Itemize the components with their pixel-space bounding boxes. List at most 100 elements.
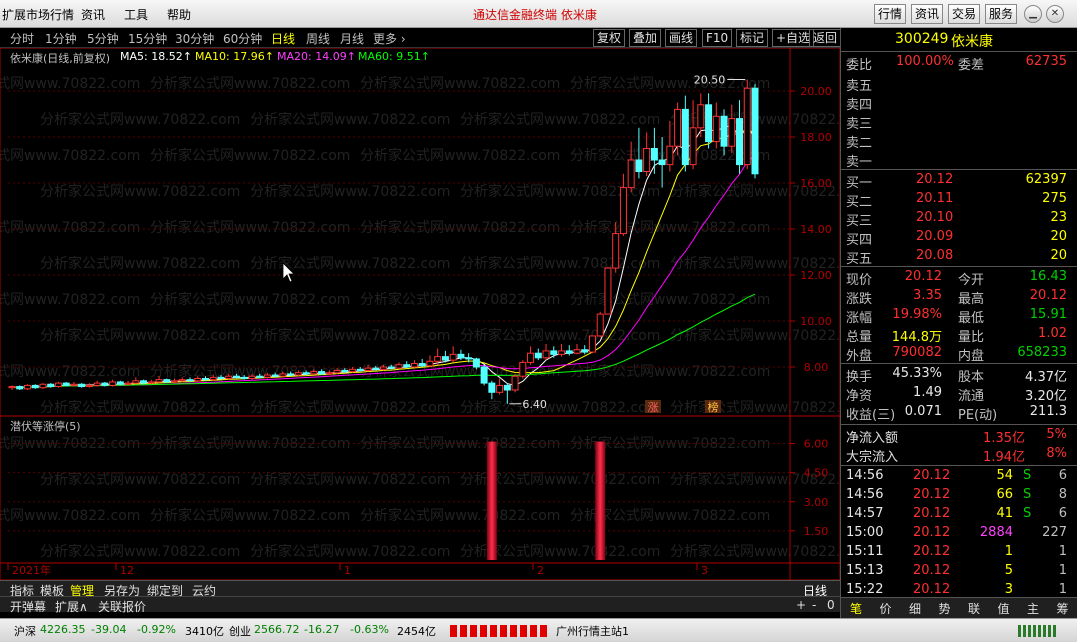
buy-row: 买三 20.10 23 xyxy=(841,210,1067,229)
watermark-text: 分析家公式网www.70822.com xyxy=(360,219,560,236)
indicator-title: 潜伏等涨停(5) xyxy=(10,420,81,433)
candle-body xyxy=(364,367,372,371)
linked-quote-button[interactable]: 关联报价 xyxy=(98,598,146,615)
danmaku-button[interactable]: 开弹幕 xyxy=(10,598,46,615)
cy-index: 2566.72 xyxy=(254,623,300,636)
buy-label: 买五 xyxy=(846,252,873,267)
ma5-legend: MA5: 18.52↑ xyxy=(120,50,192,63)
candle-body xyxy=(387,366,395,369)
candle-body xyxy=(256,375,264,378)
quote-label: 总量 xyxy=(846,330,873,345)
watermark-text: 分析家公式网www.70822.com xyxy=(150,147,350,164)
info-button[interactable]: 资讯 xyxy=(911,4,944,24)
quote-value: 20.12 xyxy=(904,269,942,284)
f10-button[interactable]: F10 xyxy=(702,29,733,47)
sell-label: 卖三 xyxy=(846,117,873,132)
watermark-text: 分析家公式网www.70822.com xyxy=(670,543,840,560)
tick-count: 1 xyxy=(1058,563,1067,578)
candle-body xyxy=(465,357,473,360)
cy-change: -16.27 xyxy=(304,623,340,636)
panel-divider xyxy=(841,169,1077,170)
period-15min[interactable]: 15分钟 xyxy=(128,30,167,47)
candle-body xyxy=(147,381,155,384)
quote-row: 总量 144.8万 量比 1.02 xyxy=(841,326,1067,345)
panel-divider xyxy=(841,424,1077,425)
indicator-tick-label: 4.50 xyxy=(804,467,829,480)
detail-tab[interactable]: 细 xyxy=(909,600,921,617)
candle-body xyxy=(426,360,434,367)
quote-row: 涨跌 3.35 最高 20.12 xyxy=(841,288,1067,307)
period-60min[interactable]: 60分钟 xyxy=(223,30,262,47)
menu-tools[interactable]: 工具 xyxy=(124,6,148,23)
trade-button[interactable]: 交易 xyxy=(948,4,981,24)
minimize-icon[interactable]: ▁ xyxy=(1024,5,1042,23)
period-weekly[interactable]: 周线 xyxy=(306,30,330,47)
detail-tab[interactable]: 主 xyxy=(1027,600,1039,617)
period-5min[interactable]: 5分钟 xyxy=(87,30,119,47)
close-icon[interactable]: ✕ xyxy=(1046,5,1064,23)
detail-tab[interactable]: 联 xyxy=(968,600,980,617)
overlay-button[interactable]: 叠加 xyxy=(629,29,662,47)
detail-tab[interactable]: 筹 xyxy=(1057,600,1069,617)
watermark-text: 分析家公式网www.70822.com xyxy=(0,219,140,236)
quote-label: 最高 xyxy=(958,292,985,307)
buy-volume: 20 xyxy=(1050,229,1067,244)
candle-body xyxy=(650,148,658,161)
watermark-text: 分析家公式网www.70822.com xyxy=(40,543,240,560)
period-daily[interactable]: 日线 xyxy=(271,30,295,47)
price-tick-label: 20.00 xyxy=(800,85,832,98)
candle-body xyxy=(558,350,566,355)
stock-code: 300249 xyxy=(895,31,949,47)
tick-row: 14:57 20.12 41 S 6 xyxy=(841,506,1067,525)
tick-volume: 2884 xyxy=(979,525,1013,540)
candle-body xyxy=(155,379,163,383)
watermark-text: 分析家公式网www.70822.com xyxy=(150,291,350,308)
detail-tab[interactable]: 值 xyxy=(998,600,1010,617)
mark-button[interactable]: 标记 xyxy=(736,29,769,47)
menu-help[interactable]: 帮助 xyxy=(167,6,191,23)
watermark-text: 分析家公式网www.70822.com xyxy=(570,363,770,380)
candle-body xyxy=(263,374,271,378)
candle-body xyxy=(372,367,380,370)
candle-body xyxy=(325,372,333,375)
draw-button[interactable]: 画线 xyxy=(665,29,698,47)
period-30min[interactable]: 30分钟 xyxy=(175,30,214,47)
detail-tab[interactable]: 势 xyxy=(939,600,951,617)
zoom-in-button[interactable]: + xyxy=(796,598,806,612)
service-button[interactable]: 服务 xyxy=(985,4,1018,24)
candle-body xyxy=(488,382,496,393)
candle-body xyxy=(457,353,465,359)
period-1min[interactable]: 1分钟 xyxy=(45,30,77,47)
detail-tab[interactable]: 价 xyxy=(880,600,892,617)
candle-body xyxy=(410,363,418,368)
menu-news[interactable]: 资讯 xyxy=(81,6,105,23)
sh-index: 4226.35 xyxy=(40,623,86,636)
weicha-value: 62735 xyxy=(1025,54,1067,69)
expand-button[interactable]: 扩展∧ xyxy=(55,598,88,615)
add-watchlist-button[interactable]: +自选 xyxy=(772,29,815,47)
detail-tab[interactable]: 笔 xyxy=(850,600,862,617)
window-title: 通达信金融终端 依米康 xyxy=(473,8,597,22)
finance-row: 换手 45.33% 股本 4.37亿 xyxy=(841,366,1067,385)
quote-button[interactable]: 行情 xyxy=(874,4,907,24)
zoom-reset-button[interactable]: 0 xyxy=(827,598,835,612)
candle-body xyxy=(31,384,39,389)
buy-volume: 23 xyxy=(1050,210,1067,225)
server-name[interactable]: 广州行情主站1 xyxy=(556,623,629,639)
watermark-text: 分析家公式网www.70822.com xyxy=(570,75,770,92)
adjust-button[interactable]: 复权 xyxy=(593,29,626,47)
zoom-out-button[interactable]: - xyxy=(812,598,816,612)
candle-body xyxy=(434,356,442,362)
candle-body xyxy=(519,361,527,377)
period-more[interactable]: 更多 › xyxy=(373,30,406,47)
menu-market[interactable]: 扩展市场行情 xyxy=(2,6,74,23)
indicator-tabs: 指标 模板 管理 另存为 绑定到 云约 日线 xyxy=(0,580,840,598)
kline-chart[interactable]: 分析家公式网www.70822.com 分析家公式网www.70822.com 分析… xyxy=(0,48,840,580)
buy-row: 买二 20.11 275 xyxy=(841,191,1067,210)
period-tick[interactable]: 分时 xyxy=(10,30,34,47)
candle-body xyxy=(8,386,16,389)
buy-row: 买四 20.09 20 xyxy=(841,229,1067,248)
candle-body xyxy=(480,366,488,384)
back-button[interactable]: 返回 xyxy=(809,29,842,47)
period-monthly[interactable]: 月线 xyxy=(340,30,364,47)
